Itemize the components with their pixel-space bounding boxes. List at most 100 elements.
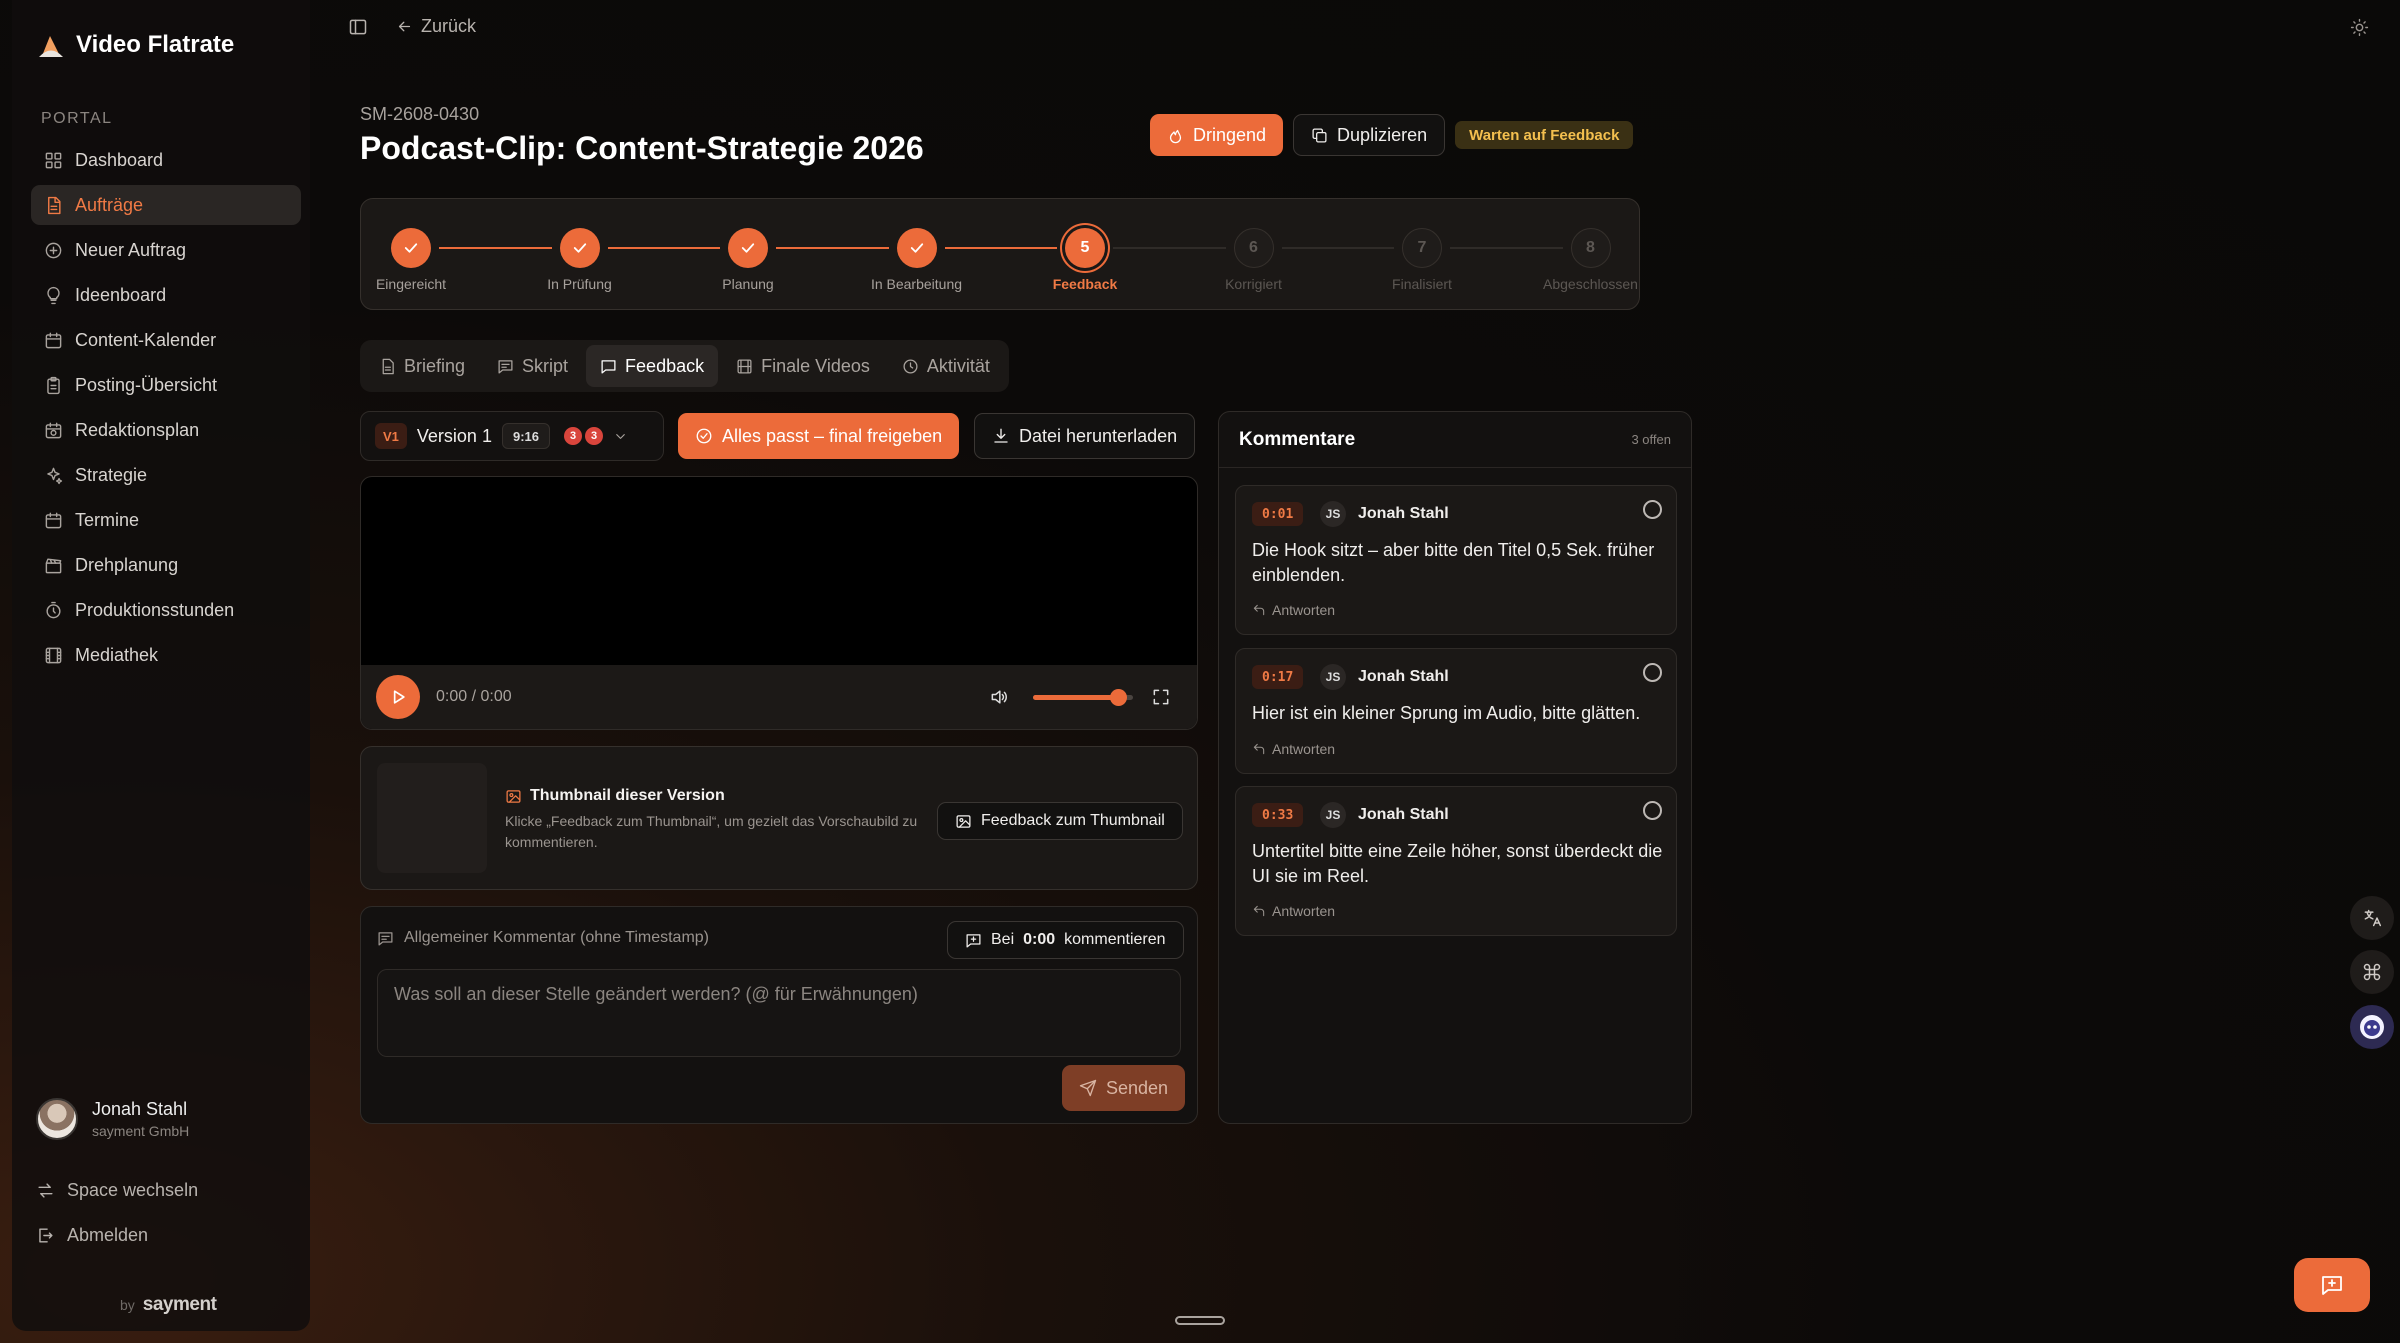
- sidebar-item-auftraege[interactable]: Aufträge: [31, 185, 301, 225]
- version-tag: V1: [375, 423, 407, 449]
- reply-label: Antworten: [1272, 903, 1336, 919]
- back-button[interactable]: Zurück: [396, 16, 476, 37]
- step-4: In Bearbeitung: [832, 228, 1002, 292]
- header-actions: Dringend Duplizieren Warten auf Feedback: [1150, 114, 1634, 156]
- comment-item[interactable]: 0:01 JS Jonah Stahl Die Hook sitzt – abe…: [1235, 485, 1677, 635]
- progress-stepper: Eingereicht In Prüfung Planung In Bearbeitu…: [360, 198, 1640, 310]
- flame-icon: [1169, 129, 1182, 143]
- assistant-icon: [2360, 1015, 2384, 1039]
- logout-link[interactable]: Abmelden: [36, 1225, 148, 1246]
- sidebar-item-label: Posting-Übersicht: [75, 374, 218, 395]
- approve-final-button[interactable]: Alles passt – final freigeben: [678, 413, 960, 459]
- sidebar-item-produktionsstunden[interactable]: Produktionsstunden: [31, 590, 301, 630]
- calendar-clock-icon: [45, 422, 62, 438]
- avatar: [36, 1098, 78, 1140]
- volume-knob[interactable]: [1110, 689, 1127, 706]
- sidebar: Video Flatrate PORTAL Dashboard Aufträge…: [12, 0, 310, 1331]
- shortcuts-button[interactable]: [2350, 950, 2394, 994]
- volume-icon: [991, 690, 1007, 704]
- sidebar-item-ideenboard[interactable]: Ideenboard: [31, 275, 301, 315]
- resolve-toggle[interactable]: [1643, 801, 1662, 820]
- reply-button[interactable]: Antworten: [1252, 602, 1335, 618]
- sidebar-item-strategie[interactable]: Strategie: [31, 455, 301, 495]
- plus-circle-icon: [45, 242, 62, 258]
- footer-credit: by sayment: [120, 1294, 217, 1316]
- check-icon: [896, 228, 937, 268]
- sidebar-item-drehplanung[interactable]: Drehplanung: [31, 545, 301, 585]
- bottom-handle[interactable]: [1175, 1316, 1225, 1325]
- comment-author: Jonah Stahl: [1358, 806, 1449, 823]
- comment-text: Hier ist ein kleiner Sprung im Audio, bi…: [1252, 703, 1641, 723]
- sidebar-item-content-kalender[interactable]: Content-Kalender: [31, 320, 301, 360]
- sidebar-toggle-icon[interactable]: [348, 17, 368, 37]
- version-name: Version 1: [416, 425, 492, 446]
- comment-timestamp[interactable]: 0:17: [1252, 665, 1304, 689]
- thumbnail-feedback-button[interactable]: Feedback zum Thumbnail: [937, 802, 1183, 840]
- step-label: In Bearbeitung: [870, 276, 963, 292]
- tab-skript[interactable]: Skript: [483, 345, 582, 387]
- sidebar-item-redaktionsplan[interactable]: Redaktionsplan: [31, 410, 301, 450]
- download-button[interactable]: Datei herunterladen: [974, 413, 1196, 459]
- comment-item[interactable]: 0:17 JS Jonah Stahl Hier ist ein kleiner…: [1235, 648, 1677, 774]
- comment-at-timestamp-button[interactable]: Bei 0:00 kommentieren: [947, 921, 1184, 959]
- switch-space-link[interactable]: Space wechseln: [36, 1180, 198, 1201]
- mute-button[interactable]: [989, 687, 1009, 707]
- download-label: Datei herunterladen: [1019, 425, 1178, 446]
- tab-briefing[interactable]: Briefing: [365, 345, 479, 387]
- video-player[interactable]: 0:00 / 0:00: [360, 476, 1198, 730]
- comment-item[interactable]: 0:33 JS Jonah Stahl Untertitel bitte ein…: [1235, 786, 1677, 936]
- fullscreen-button[interactable]: [1151, 687, 1171, 707]
- sidebar-item-dashboard[interactable]: Dashboard: [31, 140, 301, 180]
- step-3: Planung: [663, 228, 833, 292]
- send-button[interactable]: Senden: [1062, 1065, 1186, 1111]
- author-initials: JS: [1320, 501, 1346, 527]
- thumbnail-preview: [377, 763, 487, 873]
- theme-toggle[interactable]: [2350, 18, 2369, 37]
- thumbnail-description: Klicke „Feedback zum Thumbnail“, um gezi…: [505, 813, 918, 850]
- reply-icon: [1253, 905, 1265, 917]
- resolve-toggle[interactable]: [1643, 663, 1662, 682]
- comment-counts: 3 3: [564, 427, 603, 445]
- sidebar-item-label: Strategie: [75, 464, 148, 485]
- sidebar-item-termine[interactable]: Termine: [31, 500, 301, 540]
- urgent-button[interactable]: Dringend: [1150, 114, 1284, 156]
- tab-feedback[interactable]: Feedback: [586, 345, 719, 387]
- reply-button[interactable]: Antworten: [1252, 903, 1335, 919]
- user-profile[interactable]: Jonah Stahl sayment GmbH: [36, 1098, 189, 1140]
- assistant-button[interactable]: [2350, 1005, 2394, 1049]
- tab-aktivitaet[interactable]: Aktivität: [888, 345, 1004, 387]
- volume-slider[interactable]: [1033, 689, 1133, 706]
- chat-button[interactable]: [2294, 1258, 2370, 1312]
- sidebar-item-neuer-auftrag[interactable]: Neuer Auftrag: [31, 230, 301, 270]
- comment-input[interactable]: [377, 969, 1181, 1057]
- volume-fill: [1033, 695, 1118, 700]
- sidebar-section-label: PORTAL: [41, 110, 113, 127]
- version-selector[interactable]: V1 Version 1 9:16 3 3: [360, 411, 664, 461]
- comment-timestamp[interactable]: 0:01: [1252, 502, 1304, 526]
- duplicate-button[interactable]: Duplizieren: [1293, 114, 1446, 156]
- sidebar-item-label: Redaktionsplan: [75, 419, 200, 440]
- sidebar-item-mediathek[interactable]: Mediathek: [31, 635, 301, 675]
- step-7: 7 Finalisiert: [1337, 228, 1507, 292]
- sidebar-item-label: Drehplanung: [75, 554, 179, 575]
- copy-icon: [1312, 127, 1327, 143]
- step-number: 6: [1233, 228, 1274, 268]
- play-button[interactable]: [376, 675, 420, 719]
- tab-bar: Briefing Skript Feedback Finale Videos A…: [360, 340, 1009, 392]
- logout-icon: [39, 1228, 53, 1243]
- brand[interactable]: Video Flatrate: [36, 30, 234, 60]
- page-title: Podcast-Clip: Content-Strategie 2026: [360, 130, 924, 166]
- reply-icon: [1253, 604, 1265, 616]
- approve-label: Alles passt – final freigeben: [722, 425, 943, 446]
- arrows-switch-icon: [38, 1183, 53, 1198]
- reply-button[interactable]: Antworten: [1252, 741, 1335, 757]
- film-icon: [737, 358, 752, 374]
- tab-finale-videos[interactable]: Finale Videos: [722, 345, 884, 387]
- resolve-toggle[interactable]: [1643, 500, 1662, 519]
- author-initials: JS: [1320, 802, 1346, 828]
- comment-timestamp[interactable]: 0:33: [1252, 803, 1304, 827]
- duplicate-label: Duplizieren: [1337, 124, 1428, 145]
- sidebar-item-posting-uebersicht[interactable]: Posting-Übersicht: [31, 365, 301, 405]
- translate-button[interactable]: [2350, 896, 2394, 940]
- step-number: 5: [1065, 228, 1105, 268]
